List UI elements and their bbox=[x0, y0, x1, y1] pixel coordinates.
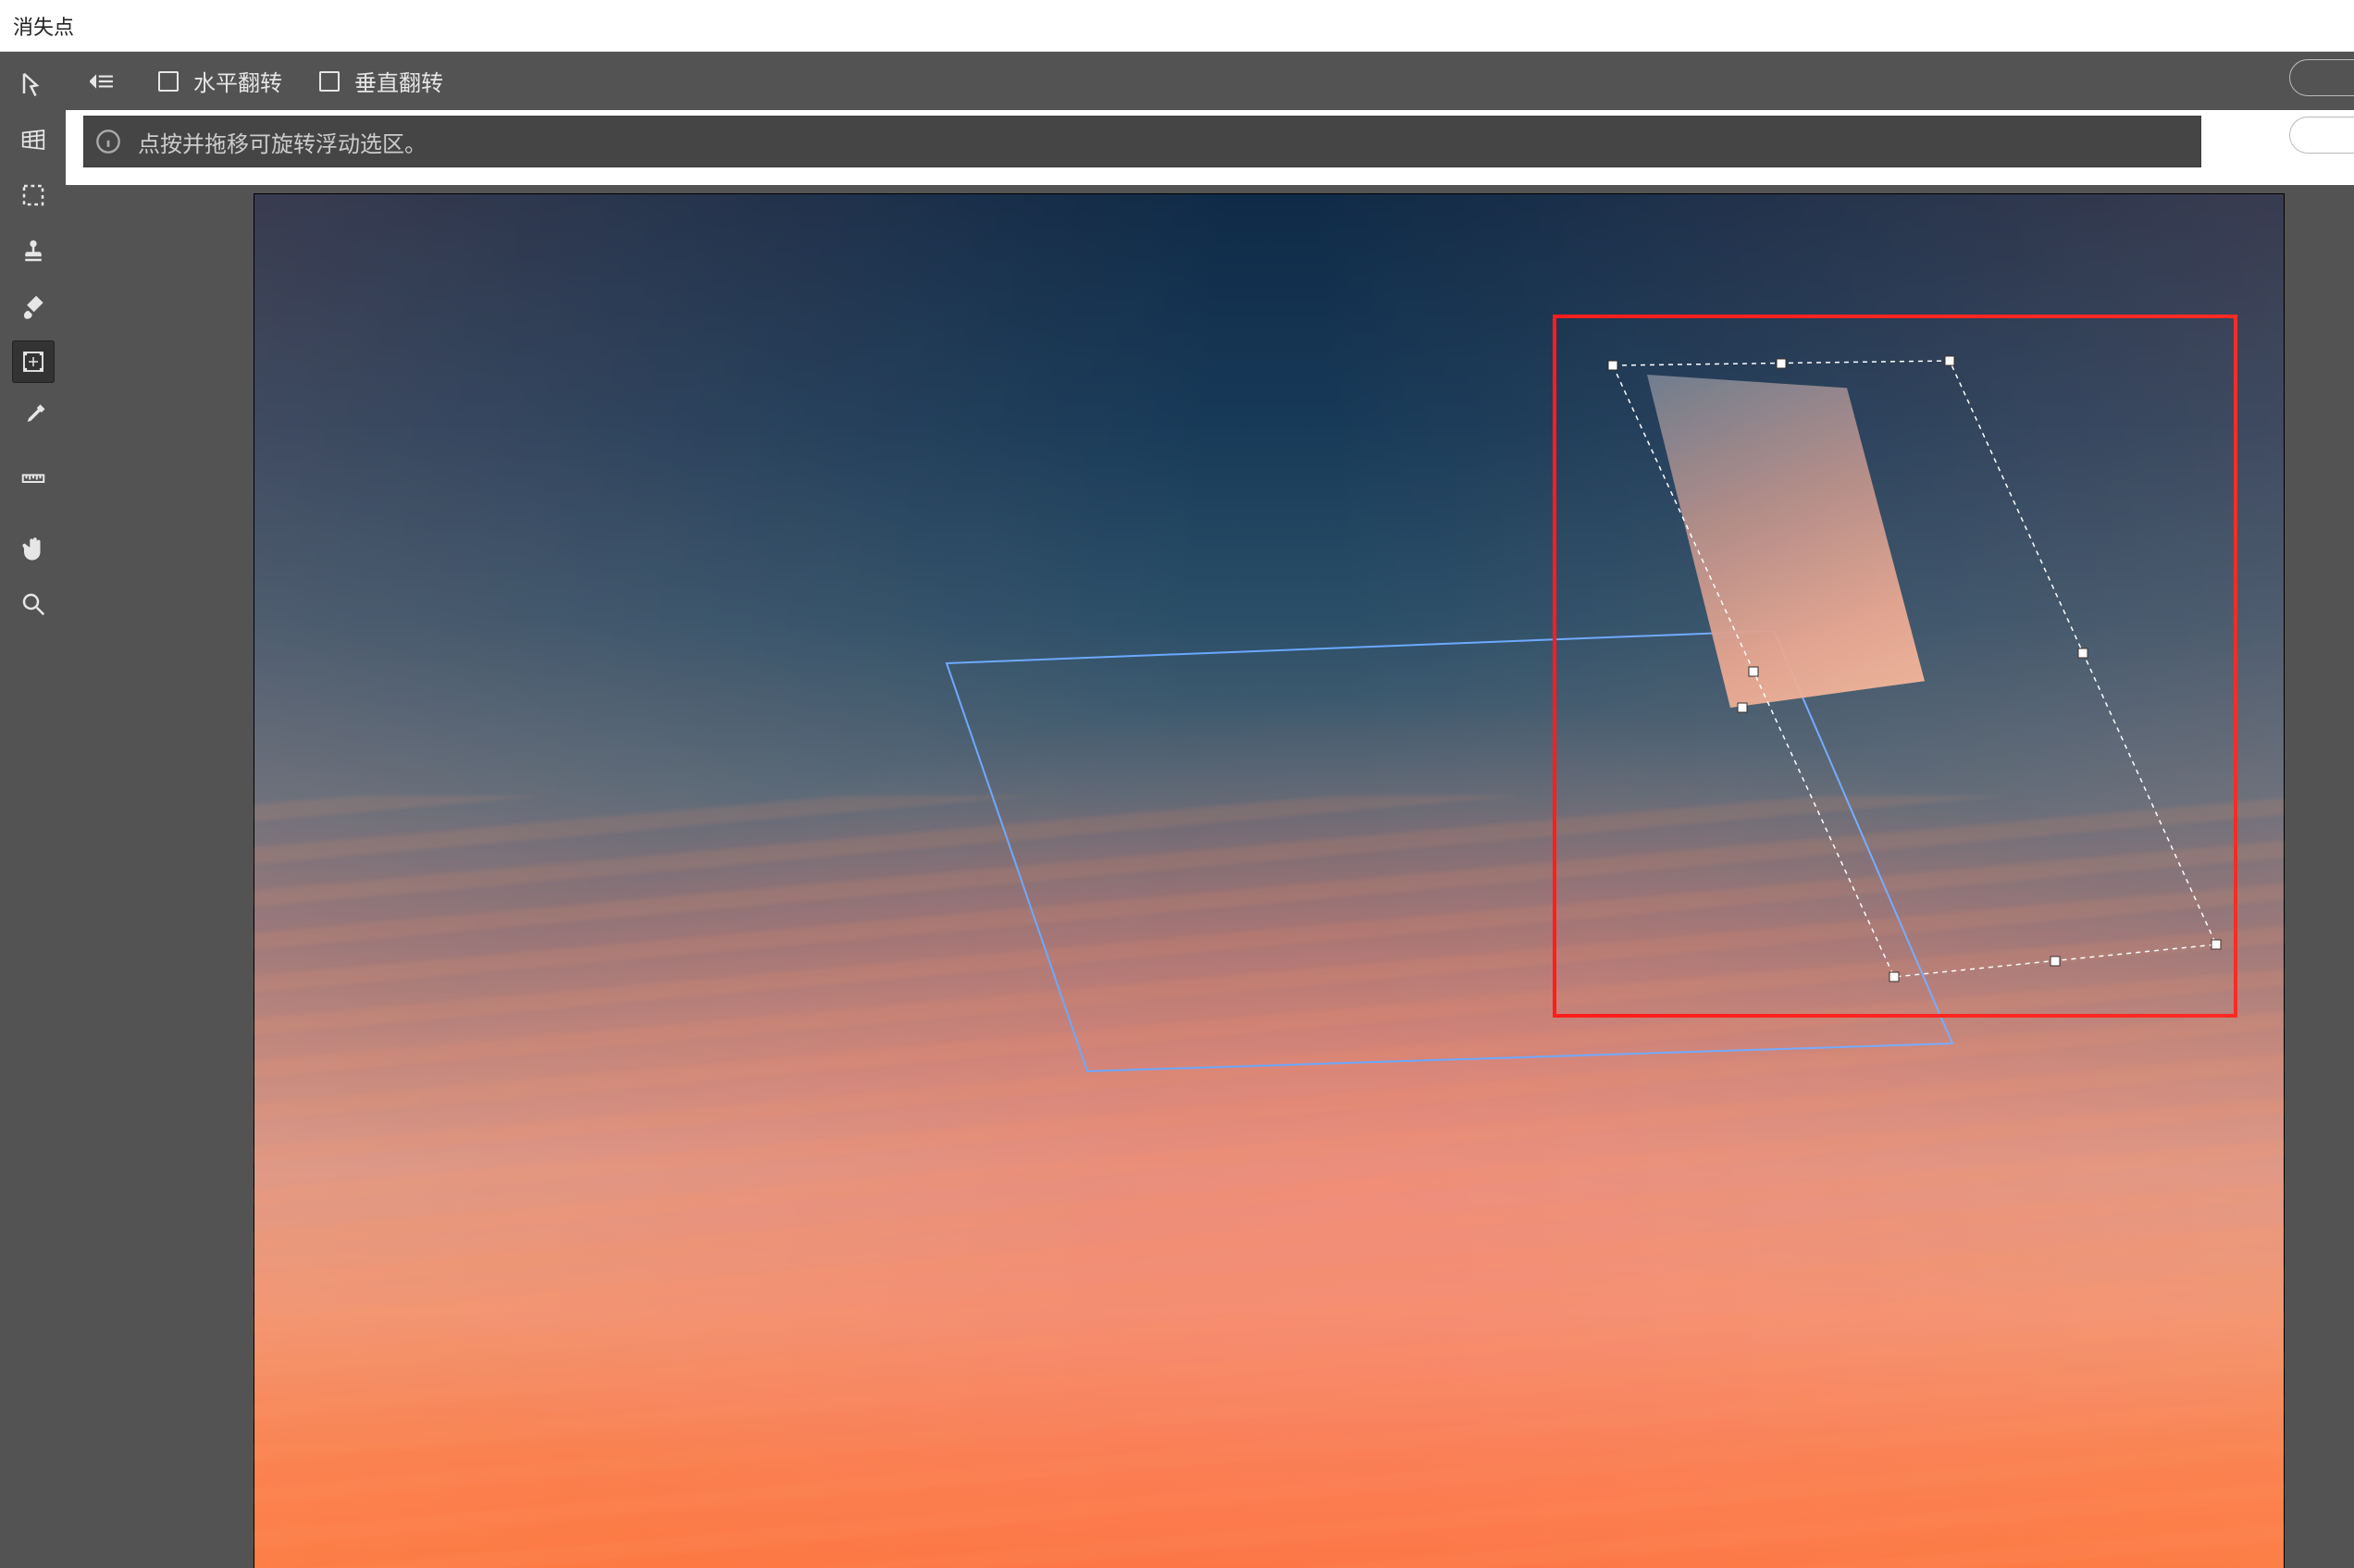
checkbox-box bbox=[319, 71, 340, 92]
window-title: 消失点 bbox=[13, 11, 74, 41]
canvas-image bbox=[254, 796, 2284, 1568]
transform-handle[interactable] bbox=[1777, 359, 1786, 368]
transform-handle[interactable] bbox=[1889, 972, 1899, 982]
transform-handle[interactable] bbox=[2078, 648, 2088, 658]
info-icon bbox=[95, 129, 121, 154]
hand-tool[interactable] bbox=[12, 527, 55, 570]
transform-handle[interactable] bbox=[1738, 703, 1747, 712]
transform-selection[interactable] bbox=[254, 194, 2284, 1568]
panel-menu-button[interactable] bbox=[82, 67, 121, 96]
hint-text: 点按并拖移可旋转浮动选区。 bbox=[138, 126, 427, 158]
zoom-tool[interactable] bbox=[12, 583, 55, 625]
perspective-plane[interactable] bbox=[254, 194, 2284, 1568]
flip-vertical-label: 垂直翻转 bbox=[354, 65, 443, 97]
create-plane-tool[interactable] bbox=[12, 118, 55, 161]
transform-tool[interactable] bbox=[12, 340, 55, 383]
transform-handle[interactable] bbox=[1608, 361, 1617, 370]
annotation-highlight-rect bbox=[1553, 315, 2237, 1018]
checkbox-box bbox=[158, 71, 179, 92]
options-bar: 水平翻转 垂直翻转 bbox=[66, 52, 2354, 110]
floating-selection-patch[interactable] bbox=[1647, 375, 1925, 708]
transform-handle[interactable] bbox=[1749, 667, 1758, 676]
hint-bar: 点按并拖移可旋转浮动选区。 bbox=[83, 116, 2201, 167]
flip-horizontal-label: 水平翻转 bbox=[193, 65, 282, 97]
toolbar bbox=[0, 52, 66, 1568]
window-title-bar: 消失点 bbox=[0, 0, 2354, 52]
canvas[interactable] bbox=[254, 194, 2284, 1568]
marquee-tool[interactable] bbox=[12, 174, 55, 216]
brush-tool[interactable] bbox=[12, 285, 55, 327]
transform-handle[interactable] bbox=[2212, 940, 2221, 949]
flip-horizontal-checkbox[interactable]: 水平翻转 bbox=[158, 65, 282, 97]
stage[interactable] bbox=[66, 185, 2354, 1568]
eyedropper-tool[interactable] bbox=[12, 396, 55, 438]
cancel-button[interactable]: 复 bbox=[2289, 117, 2354, 154]
measure-tool[interactable] bbox=[12, 451, 55, 494]
edit-plane-tool[interactable] bbox=[12, 63, 55, 105]
flip-vertical-checkbox[interactable]: 垂直翻转 bbox=[319, 65, 443, 97]
ok-button[interactable]: 确 bbox=[2289, 59, 2354, 96]
transform-handle[interactable] bbox=[2050, 957, 2060, 966]
stamp-tool[interactable] bbox=[12, 229, 55, 272]
dialog-buttons: 确 复 bbox=[2289, 59, 2354, 154]
transform-handle[interactable] bbox=[1945, 356, 1954, 365]
